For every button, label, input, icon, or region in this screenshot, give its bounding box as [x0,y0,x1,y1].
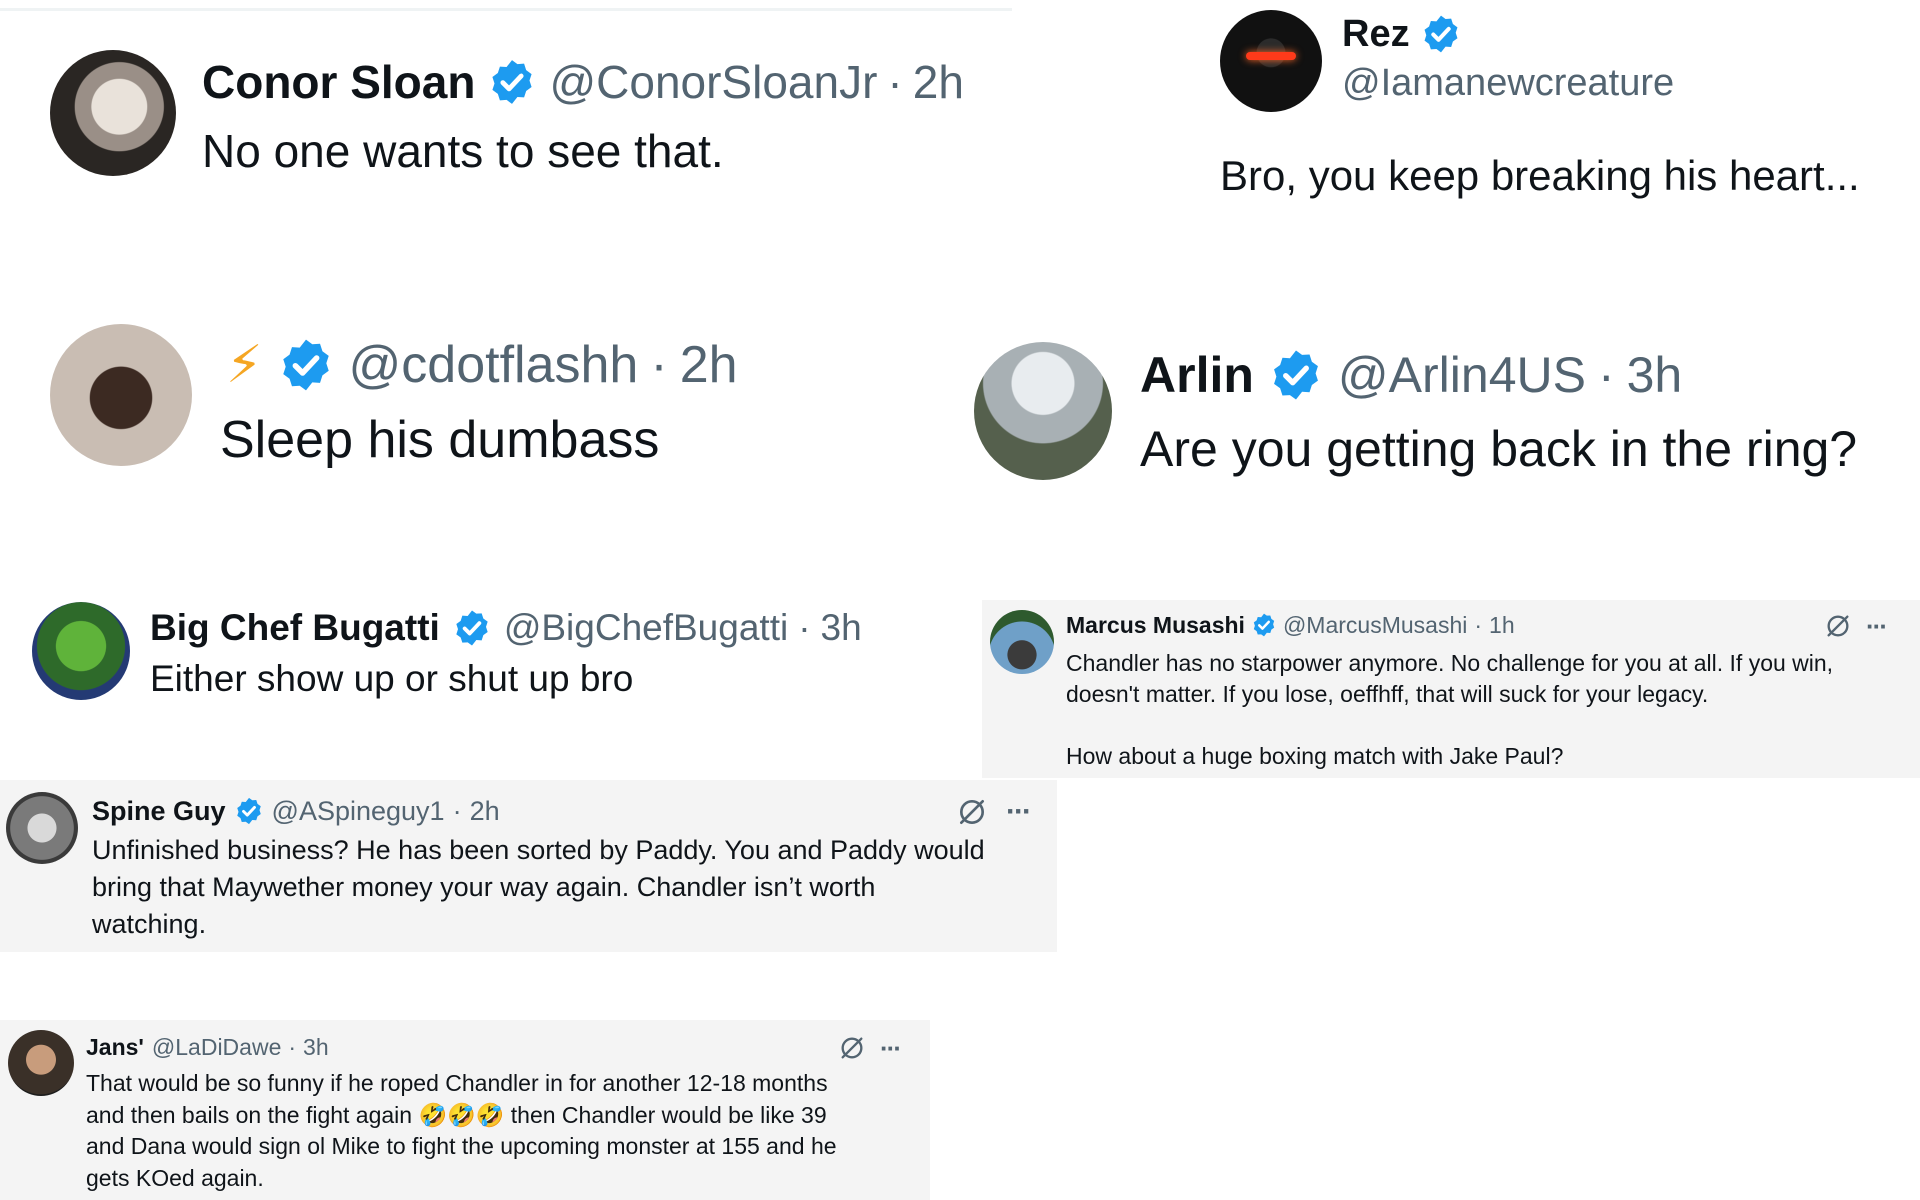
tweet-text-line: bring that Maywether money your way agai… [92,872,876,902]
top-divider [0,8,1012,11]
tweet-text: Chandler has no starpower anymore. No ch… [1066,648,1833,772]
tweet-marcus[interactable]: Marcus Musashi @MarcusMusashi · 1h ··· C… [982,600,1920,778]
tweet-text-line: watching. [92,909,207,939]
verified-badge-icon [456,610,488,646]
tweet-text-line [1066,710,1833,741]
tweet-actions: ··· [1824,611,1888,642]
tweet-text-line: doesn't matter. If you lose, oeffhff, th… [1066,681,1709,707]
display-name[interactable]: ⚡ [226,335,263,395]
tweet-text: Sleep his dumbass [220,411,660,469]
handle[interactable]: @BigChefBugatti [504,607,788,649]
display-name[interactable]: Rez [1342,13,1410,56]
tweet-cdotflashh[interactable]: ⚡ @cdotflashh · 2h Sleep his dumbass [0,312,960,552]
tweet-arlin[interactable]: Arlin @Arlin4US · 3h Are you getting bac… [960,330,1920,570]
display-name[interactable]: Marcus Musashi [1066,612,1245,639]
more-options-icon[interactable]: ··· [1006,795,1032,829]
tweet-text: Either show up or shut up bro [150,658,634,699]
handle[interactable]: @cdotflashh [349,335,639,395]
separator: · [1597,347,1615,403]
verified-badge-icon [236,797,261,825]
tweet-text-line: That would be so funny if he roped Chand… [86,1070,828,1096]
tweet-conor[interactable]: Conor Sloan @ConorSloanJr · 2h No one wa… [0,12,1012,312]
tweet-text: Unfinished business? He has been sorted … [92,832,985,943]
tweet-header: Big Chef Bugatti @BigChefBugatti · 3h [150,604,862,652]
tweet-rez[interactable]: Rez @Iamanewcreature Bro, you keep break… [1200,0,1920,240]
verified-badge-icon [282,339,329,391]
separator: · [288,1033,297,1060]
avatar[interactable] [1220,10,1322,112]
more-options-icon[interactable]: ··· [880,1033,902,1064]
more-options-icon[interactable]: ··· [1866,611,1888,642]
tweet-spine[interactable]: Spine Guy @ASpineguy1 · 2h ··· Unfinishe… [0,780,1057,952]
tweet-text-line: Chandler has no starpower anymore. No ch… [1066,650,1834,676]
display-name[interactable]: Arlin [1140,346,1254,404]
avatar[interactable] [50,50,176,176]
separator: · [650,336,668,394]
verified-badge-icon [1253,613,1275,637]
tweet-text-line: Unfinished business? He has been sorted … [92,835,985,865]
avatar[interactable] [50,324,192,466]
tweet-header: Conor Sloan @ConorSloanJr · 2h [202,52,964,112]
avatar[interactable] [32,602,130,700]
display-name[interactable]: Conor Sloan [202,55,475,109]
verified-badge-icon [492,60,533,104]
verified-badge-icon [1273,350,1318,400]
tweet-header: Spine Guy @ASpineguy1 · 2h [92,794,500,828]
handle[interactable]: @ASpineguy1 [272,796,445,827]
handle[interactable]: @LaDiDawe [152,1034,281,1061]
timestamp[interactable]: 2h [680,335,738,395]
avatar[interactable] [6,792,78,864]
avatar[interactable] [990,610,1054,674]
grok-icon[interactable] [838,1034,866,1062]
tweet-text: Bro, you keep breaking his heart... [1220,152,1860,199]
tweet-actions: ··· [838,1033,902,1064]
tweet-header: Jans' @LaDiDawe · 3h [86,1032,329,1062]
tweet-text: Are you getting back in the ring? [1140,421,1858,477]
separator: · [1474,611,1483,638]
display-name[interactable]: Jans' [86,1034,144,1061]
tweet-bigchef[interactable]: Big Chef Bugatti @BigChefBugatti · 3h Ei… [0,590,982,780]
handle[interactable]: @Iamanewcreature [1342,62,1674,105]
grok-icon[interactable] [1824,612,1852,640]
display-name[interactable]: Spine Guy [92,796,226,827]
handle[interactable]: @MarcusMusashi [1283,612,1467,639]
tweet-text-line: gets KOed again. [86,1164,264,1191]
tweet-jans[interactable]: Jans' @LaDiDawe · 3h ··· That would be s… [0,1020,930,1200]
handle[interactable]: @Arlin4US [1338,346,1586,404]
handle[interactable]: @ConorSloanJr [549,55,877,109]
tweet-text: That would be so funny if he roped Chand… [86,1068,837,1194]
tweet-actions: ··· [956,795,1032,829]
tweet-text-line: and Dana would sign ol Mike to fight the… [86,1133,837,1159]
tweet-header: Marcus Musashi @MarcusMusashi · 1h [1066,610,1515,640]
timestamp[interactable]: 3h [821,607,862,649]
tweet-text: No one wants to see that. [202,125,724,177]
avatar[interactable] [8,1030,74,1096]
tweet-text-line: How about a huge boxing match with Jake … [1066,743,1564,769]
timestamp[interactable]: 2h [913,55,964,109]
timestamp[interactable]: 3h [1627,346,1683,404]
tweet-header: ⚡ @cdotflashh · 2h [226,332,738,398]
avatar[interactable] [974,342,1112,480]
separator: · [887,56,903,108]
display-name[interactable]: Big Chef Bugatti [150,607,440,649]
separator: · [798,607,811,648]
timestamp[interactable]: 3h [303,1034,329,1061]
verified-badge-icon [1424,15,1458,53]
tweet-header: Rez [1342,10,1462,58]
separator: · [452,795,462,826]
glowing-eyes [1246,52,1296,60]
timestamp[interactable]: 2h [470,796,500,827]
timestamp[interactable]: 1h [1489,612,1515,639]
grok-icon[interactable] [956,796,988,828]
tweet-text-line: and then bails on the fight again 🤣🤣🤣 th… [86,1101,827,1128]
tweet-header: Arlin @Arlin4US · 3h [1140,344,1682,406]
